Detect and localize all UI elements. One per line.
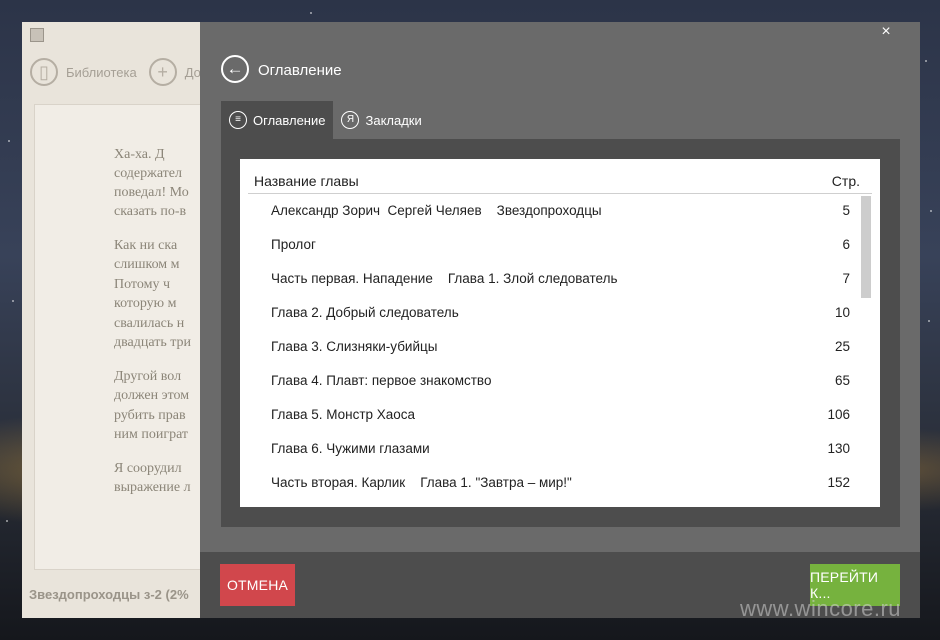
- cancel-button[interactable]: ОТМЕНА: [220, 564, 295, 606]
- add-label[interactable]: До: [185, 65, 201, 80]
- book-page: Ха-ха. Д содержател поведал! Мо сказать …: [34, 104, 224, 570]
- bookmark-icon: Я: [341, 111, 360, 129]
- library-label[interactable]: Библиотека: [66, 65, 137, 80]
- tab-bookmarks[interactable]: Я Закладки: [333, 101, 429, 139]
- column-header-page: Стр.: [831, 173, 860, 189]
- chapter-title: Глава 5. Монстр Хаоса: [271, 407, 416, 422]
- toc-row[interactable]: Глава 6. Чужими глазами 130: [248, 433, 858, 467]
- tab-contents-label: Оглавление: [253, 112, 326, 128]
- chapter-page: 6: [842, 237, 850, 252]
- toc-row[interactable]: Часть первая. Нападение Глава 1. Злой сл…: [248, 263, 858, 297]
- chapter-title: Пролог: [271, 237, 316, 252]
- column-header-chapter: Название главы: [254, 173, 359, 189]
- toc-dialog: × ← Оглавление ≡ Оглавление Я Закладки Н…: [200, 22, 920, 618]
- tab-bar: ≡ Оглавление Я Закладки: [221, 101, 430, 139]
- toc-row[interactable]: Глава 4. Плавт: первое знакомство 65: [248, 365, 858, 399]
- chapter-title: Глава 4. Плавт: первое знакомство: [271, 373, 492, 388]
- toc-panel: Название главы Стр. Александр Зорич Серг…: [221, 139, 900, 527]
- chapter-title: Глава 3. Слизняки-убийцы: [271, 339, 438, 354]
- watermark: www.wincore.ru: [740, 596, 902, 621]
- chapter-title: Часть вторая. Карлик Глава 1. "Завтра – …: [271, 475, 572, 490]
- add-icon[interactable]: +: [148, 58, 177, 86]
- toc-row[interactable]: Глава 5. Монстр Хаоса 106: [248, 399, 858, 433]
- chapter-page: 5: [842, 203, 850, 218]
- toc-row[interactable]: Часть вторая. Карлик Глава 1. "Завтра – …: [248, 467, 858, 501]
- reader-toolbar: ▯ Библиотека + До: [30, 58, 205, 86]
- chapter-title: Александр Зорич Сергей Челяев Звездопрох…: [271, 203, 602, 218]
- chapter-page: 10: [834, 305, 850, 320]
- chapter-page: 25: [834, 339, 850, 354]
- chapter-title: Глава 2. Добрый следователь: [271, 305, 459, 320]
- tab-contents[interactable]: ≡ Оглавление: [221, 101, 334, 139]
- chapter-page: 7: [842, 271, 850, 286]
- chapter-title: Часть первая. Нападение Глава 1. Злой сл…: [271, 271, 618, 286]
- close-icon[interactable]: ×: [878, 24, 894, 40]
- toc-rows: Александр Зорич Сергей Челяев Звездопрох…: [248, 195, 858, 501]
- toc-row[interactable]: Глава 2. Добрый следователь 10: [248, 297, 858, 331]
- toc-header: Название главы Стр.: [248, 171, 872, 194]
- toc-list: Название главы Стр. Александр Зорич Серг…: [240, 159, 880, 507]
- chapter-page: 106: [827, 407, 850, 422]
- back-arrow-icon[interactable]: ←: [221, 55, 249, 83]
- toc-row[interactable]: Глава 3. Слизняки-убийцы 25: [248, 331, 858, 365]
- list-icon: ≡: [229, 111, 247, 129]
- chapter-page: 130: [827, 441, 850, 456]
- chapter-title: Глава 6. Чужими глазами: [271, 441, 430, 456]
- chapter-page: 65: [834, 373, 850, 388]
- toc-row[interactable]: Александр Зорич Сергей Челяев Звездопрох…: [248, 195, 858, 229]
- chapter-page: 152: [827, 475, 850, 490]
- toc-row[interactable]: Пролог 6: [248, 229, 858, 263]
- scrollbar[interactable]: [861, 196, 871, 298]
- library-icon[interactable]: ▯: [30, 58, 58, 86]
- dialog-title: Оглавление: [258, 62, 342, 79]
- book-status: Звездопроходцы з-2 (2%: [29, 587, 189, 602]
- tab-bookmarks-label: Закладки: [365, 112, 422, 128]
- app-icon: [30, 28, 44, 42]
